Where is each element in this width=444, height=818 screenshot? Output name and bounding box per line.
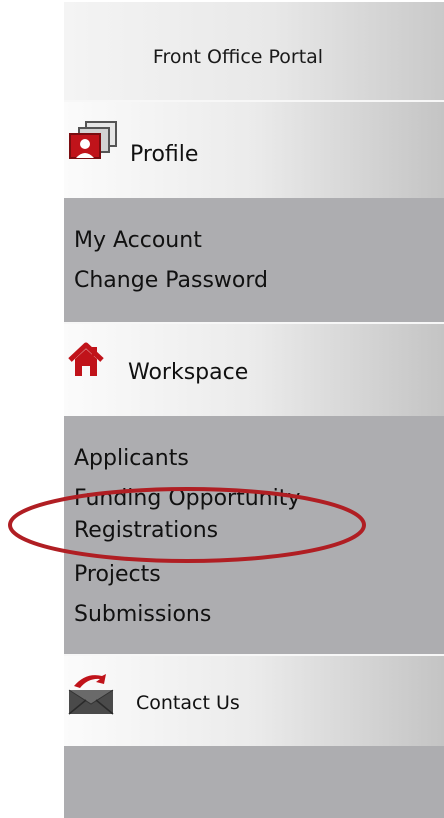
portal-title: Front Office Portal [152,46,324,68]
applicants-link[interactable]: Applicants [74,446,189,471]
change-password-link[interactable]: Change Password [74,268,268,293]
profile-links: My Account Change Password [64,198,444,322]
registrations-line: Registrations [74,518,219,543]
submissions-link[interactable]: Submissions [74,602,211,627]
projects-link[interactable]: Projects [74,562,161,587]
workspace-label: Workspace [128,360,249,385]
workspace-section-header[interactable]: Workspace [64,322,444,416]
profile-section-header[interactable]: Profile [64,100,444,198]
workspace-links: Applicants Funding Opportunity Registrat… [64,416,444,654]
profile-label: Profile [130,142,199,167]
profile-cards-icon [66,120,120,164]
funding-opportunity-registrations-link[interactable]: Funding Opportunity Registrations [74,486,300,548]
side-navigation: Front Office Portal Profile My Account C… [64,0,444,818]
home-icon [68,342,104,378]
envelope-icon [66,670,116,718]
my-account-link[interactable]: My Account [74,228,202,253]
funding-opportunity-line: Funding Opportunity [74,486,301,511]
contact-label: Contact Us [136,692,240,714]
portal-header: Front Office Portal [64,0,444,100]
contact-section-header[interactable]: Contact Us [64,654,444,746]
